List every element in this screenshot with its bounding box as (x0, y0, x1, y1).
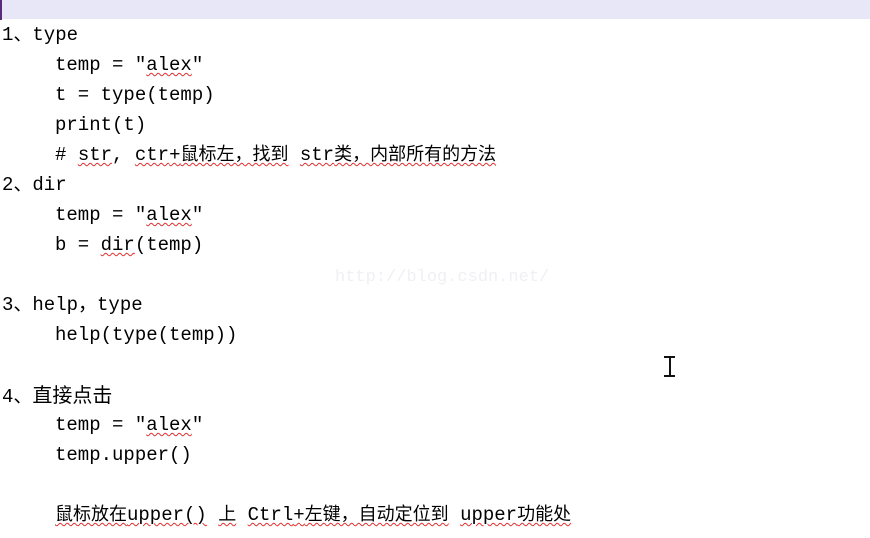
toolbar-strip[interactable] (0, 0, 870, 20)
code-text: b = (55, 234, 101, 256)
comment-text: + (169, 144, 181, 166)
ibeam-stem (669, 358, 671, 376)
comment-line: # str, ctr+鼠标左，找到 str类，内部所有的方法 (0, 140, 870, 170)
code-line: temp = "alex" (0, 410, 870, 440)
section-3-title: help，type (32, 294, 143, 316)
section-2-number: 2、 (2, 174, 33, 196)
footer-text-cn: 功能处 (517, 504, 572, 525)
code-text: " (191, 414, 204, 436)
code-line: temp = "alex" (0, 200, 870, 230)
footer-plus: + (293, 504, 305, 526)
code-line: b = dir(temp) (0, 230, 870, 260)
comment-text-cn: 类，内部所有的方法 (334, 144, 497, 165)
code-text: print(t) (55, 114, 147, 136)
code-text: temp = " (55, 54, 147, 76)
footer-space (207, 504, 218, 526)
comment-space (288, 144, 299, 166)
section-3-heading: 3、help，type (0, 290, 870, 320)
ibeam-bottom-cap (664, 375, 675, 377)
misspelled-word: str (77, 144, 113, 166)
footer-text-cn: 左键，自动定位到 (304, 504, 449, 525)
misspelled-word: dir (100, 234, 135, 256)
section-4-title: 直接点击 (32, 383, 113, 407)
footer-text-cn: 鼠标放在 (55, 504, 127, 525)
code-line: help(type(temp)) (0, 320, 870, 350)
code-text: " (191, 54, 204, 76)
code-text: temp = " (55, 414, 147, 436)
footer-shortcut: Ctrl (247, 504, 294, 526)
code-line: temp = "alex" (0, 50, 870, 80)
code-text: temp.upper() (55, 444, 192, 466)
section-1-number: 1、 (2, 24, 33, 46)
comment-hash: # (55, 144, 78, 166)
code-text: temp = " (55, 204, 147, 226)
section-4-heading: 4、直接点击 (0, 380, 870, 410)
code-line: print(t) (0, 110, 870, 140)
comment-text: , (112, 144, 135, 166)
toolbar-left-marker (0, 0, 2, 20)
code-text: (temp) (134, 234, 204, 256)
footer-text-cn: 上 (218, 504, 237, 525)
comment-text-cn: 鼠标左，找到 (180, 144, 289, 165)
section-1-heading: 1、type (0, 20, 870, 50)
misspelled-word: alex (146, 204, 192, 226)
code-text: t = type(temp) (55, 84, 215, 106)
misspelled-word: alex (146, 414, 192, 436)
text-cursor-icon (664, 356, 675, 378)
notes-document[interactable]: 1、type temp = "alex" t = type(temp) prin… (0, 20, 870, 538)
misspelled-word: str (299, 144, 335, 166)
code-text: help(type(temp)) (55, 324, 238, 346)
footer-space (449, 504, 460, 526)
code-line: t = type(temp) (0, 80, 870, 110)
section-3-number: 3、 (2, 294, 33, 316)
footer-space (236, 504, 247, 526)
footer-code: upper() (127, 504, 207, 526)
section-1-title: type (32, 24, 79, 46)
section-2-heading: 2、dir (0, 170, 870, 200)
footer-note-line: 鼠标放在upper() 上 Ctrl+左键，自动定位到 upper功能处 (0, 500, 870, 530)
section-4-number: 4、 (2, 386, 33, 408)
misspelled-word: ctr (134, 144, 170, 166)
code-text: " (191, 204, 204, 226)
footer-code: upper (460, 504, 518, 526)
code-line: temp.upper() (0, 440, 870, 470)
misspelled-word: alex (146, 54, 192, 76)
section-2-title: dir (32, 174, 67, 196)
editor-window: 1、type temp = "alex" t = type(temp) prin… (0, 0, 870, 538)
